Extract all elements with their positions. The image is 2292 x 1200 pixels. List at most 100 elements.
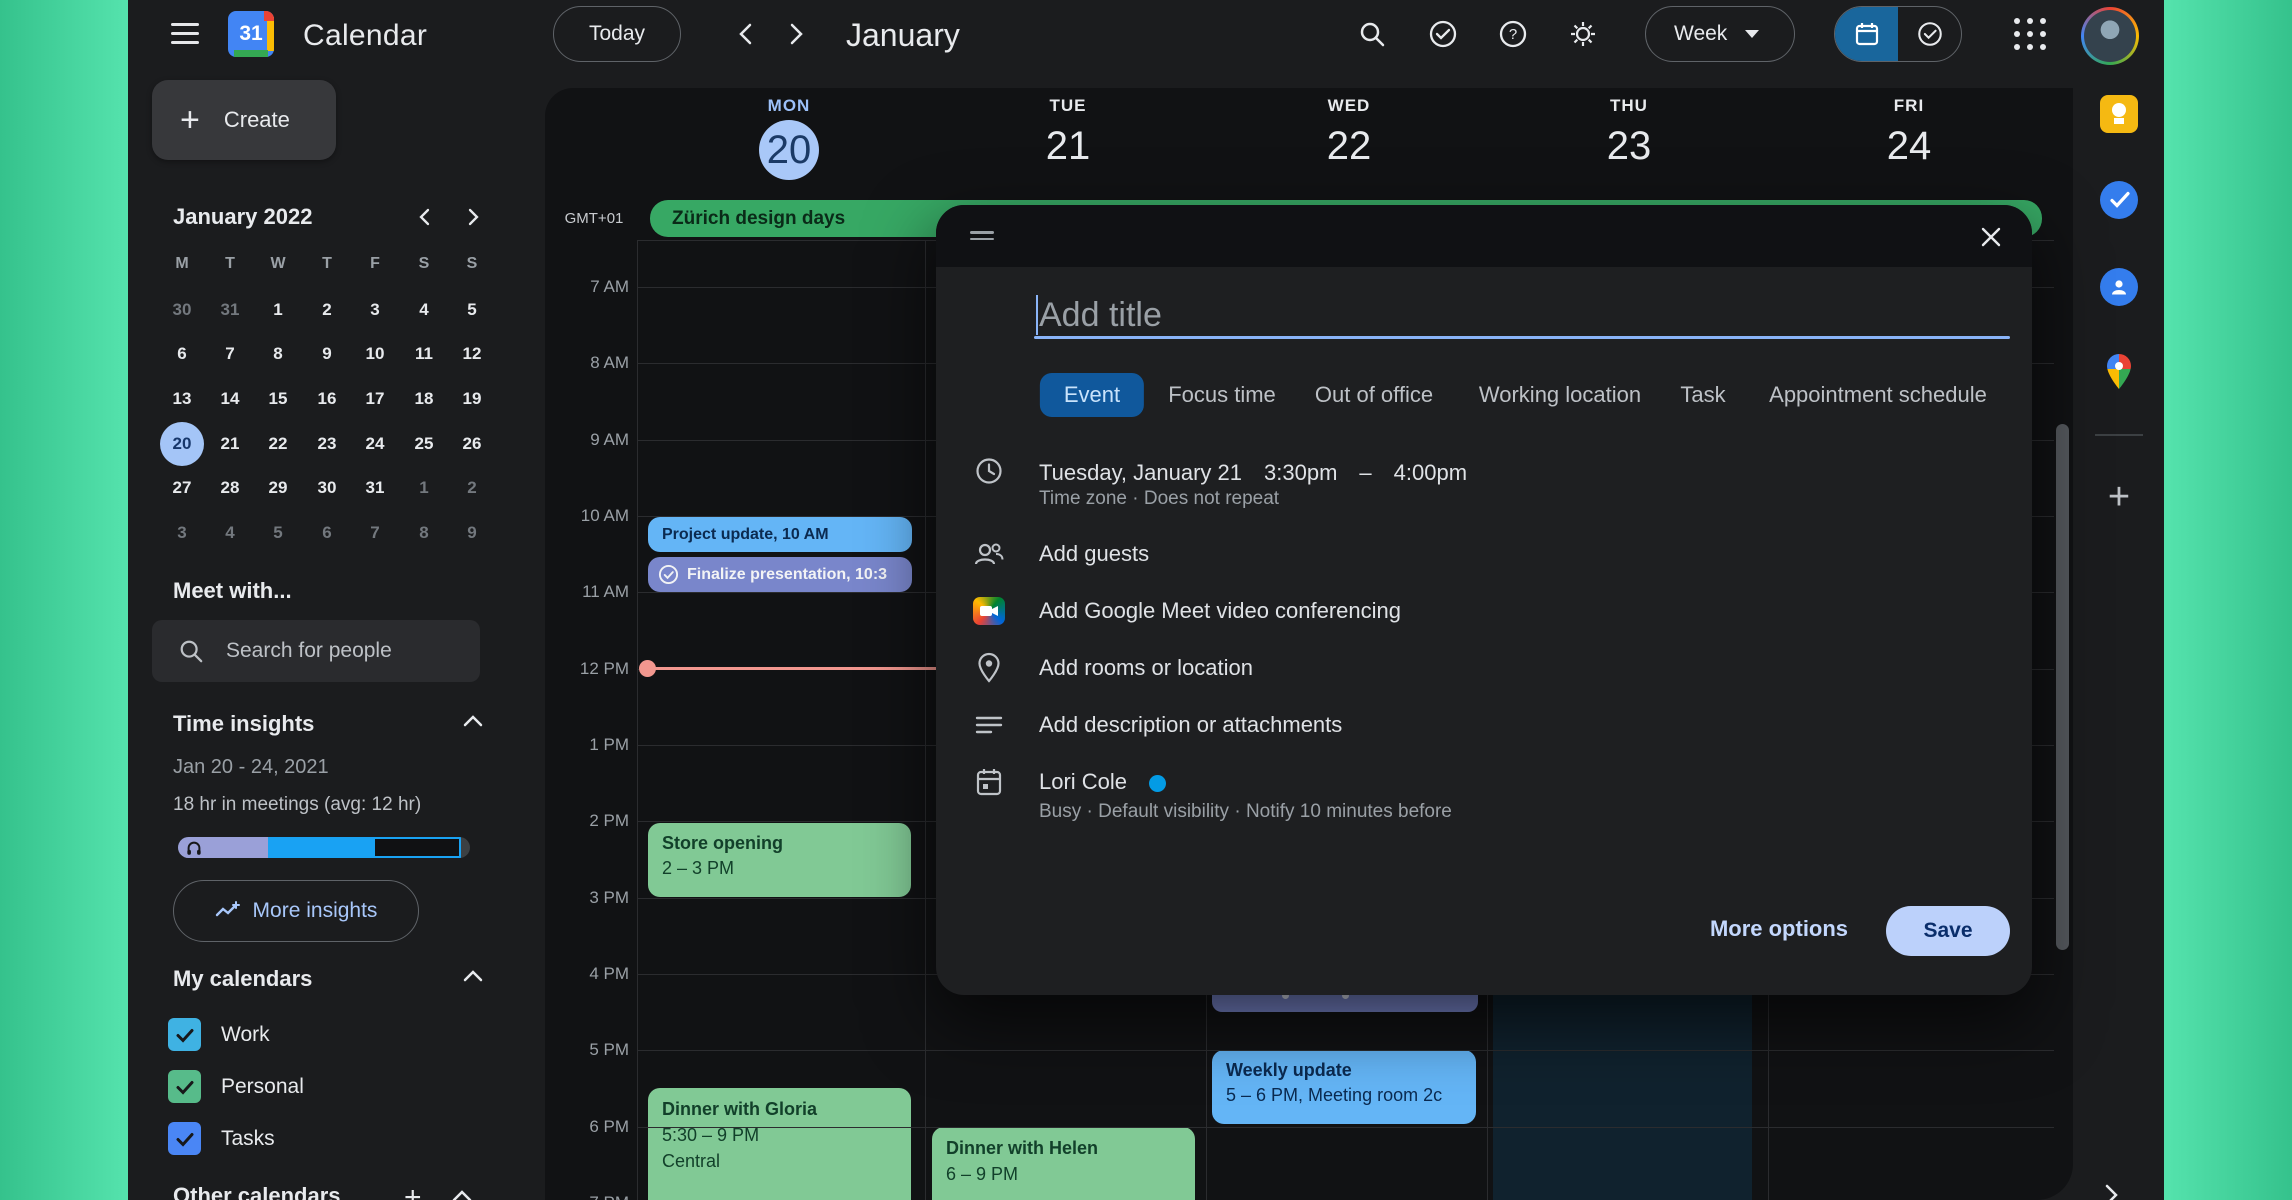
calendar-item-tasks[interactable]: Tasks <box>168 1122 275 1155</box>
create-button[interactable]: + Create <box>152 80 336 160</box>
minical-day[interactable]: 21 <box>208 422 252 466</box>
tab-appointment-schedule[interactable]: Appointment schedule <box>1769 373 1987 417</box>
minical-day[interactable]: 26 <box>450 422 494 466</box>
minical-day[interactable]: 4 <box>208 511 252 555</box>
help-icon[interactable]: ? <box>1493 14 1533 54</box>
minical-day[interactable]: 31 <box>208 288 252 332</box>
minical-day[interactable]: 9 <box>305 332 349 376</box>
search-people-field[interactable] <box>152 620 480 682</box>
tab-task[interactable]: Task <box>1680 373 1725 417</box>
minical-day[interactable]: 5 <box>256 511 300 555</box>
day-header-fri[interactable]: FRI 24 <box>1839 96 1979 169</box>
calendar-item-work[interactable]: Work <box>168 1018 270 1051</box>
minical-day[interactable]: 8 <box>402 511 446 555</box>
minical-day[interactable]: 2 <box>450 466 494 510</box>
close-icon[interactable] <box>1972 218 2010 256</box>
add-other-calendar-icon[interactable]: + <box>404 1181 422 1200</box>
add-description-row[interactable]: Add description or attachments <box>1039 712 1342 738</box>
event-title-input[interactable] <box>1039 293 2009 337</box>
minical-day[interactable]: 9 <box>450 511 494 555</box>
day-header-mon[interactable]: MON 20 <box>719 96 859 180</box>
minical-day[interactable]: 30 <box>160 288 204 332</box>
minical-day[interactable]: 10 <box>353 332 397 376</box>
minical-day[interactable]: 16 <box>305 377 349 421</box>
more-insights-button[interactable]: More insights <box>173 880 419 942</box>
day-header-wed[interactable]: WED 22 <box>1279 96 1419 169</box>
minical-day[interactable]: 7 <box>208 332 252 376</box>
today-button[interactable]: Today <box>553 6 681 62</box>
minical-day[interactable]: 8 <box>256 332 300 376</box>
event-project-update[interactable]: Project update, 10 AM <box>648 517 912 552</box>
calendar-item-personal[interactable]: Personal <box>168 1070 304 1103</box>
event-dinner-with-helen[interactable]: Dinner with Helen 6 – 9 PM <box>932 1127 1195 1200</box>
check-circle-icon[interactable] <box>1423 14 1463 54</box>
owner-row[interactable]: Lori Cole <box>1039 769 1167 795</box>
minical-day[interactable]: 17 <box>353 377 397 421</box>
collapse-my-calendars-icon[interactable] <box>460 963 490 993</box>
minical-day[interactable]: 29 <box>256 466 300 510</box>
minical-day[interactable]: 23 <box>305 422 349 466</box>
minical-day[interactable]: 22 <box>256 422 300 466</box>
tab-event[interactable]: Event <box>1039 373 1145 417</box>
minical-day[interactable]: 14 <box>208 377 252 421</box>
minical-day[interactable]: 3 <box>160 511 204 555</box>
google-apps-icon[interactable] <box>2014 18 2048 52</box>
main-menu-icon[interactable] <box>167 20 203 48</box>
account-avatar[interactable] <box>2081 7 2139 65</box>
minical-day[interactable]: 7 <box>353 511 397 555</box>
minical-next-icon[interactable] <box>456 200 490 234</box>
grid-scrollbar[interactable] <box>2056 424 2069 950</box>
minical-day[interactable]: 15 <box>256 377 300 421</box>
event-finalize-presentation[interactable]: Finalize presentation, 10:3 <box>648 557 912 592</box>
minical-day[interactable]: 12 <box>450 332 494 376</box>
event-weekly-update[interactable]: Weekly update 5 – 6 PM, Meeting room 2c <box>1212 1050 1476 1124</box>
minical-day[interactable]: 13 <box>160 377 204 421</box>
minical-day[interactable]: 2 <box>305 288 349 332</box>
tab-focus-time[interactable]: Focus time <box>1168 373 1276 417</box>
maps-icon[interactable] <box>2099 352 2139 392</box>
day-header-thu[interactable]: THU 23 <box>1559 96 1699 169</box>
chevron-right-icon[interactable] <box>2101 1184 2121 1200</box>
more-options-button[interactable]: More options <box>1710 916 1848 942</box>
personal-checkbox[interactable] <box>168 1070 201 1103</box>
settings-gear-icon[interactable] <box>1563 14 1603 54</box>
work-checkbox[interactable] <box>168 1018 201 1051</box>
search-icon[interactable] <box>1352 14 1392 54</box>
add-guests-row[interactable]: Add guests <box>1039 541 1149 567</box>
next-period-icon[interactable] <box>778 16 814 52</box>
timezone-repeat-info[interactable]: Time zone · Does not repeat <box>1039 488 1279 510</box>
calendar-view-toggle-icon[interactable] <box>1835 7 1898 61</box>
contacts-icon[interactable] <box>2099 267 2139 307</box>
collapse-other-calendars-icon[interactable] <box>450 1188 474 1200</box>
minical-day[interactable]: 11 <box>402 332 446 376</box>
minical-day[interactable]: 1 <box>256 288 300 332</box>
minical-day[interactable]: 28 <box>208 466 252 510</box>
event-store-opening[interactable]: Store opening 2 – 3 PM <box>648 823 911 897</box>
add-meet-row[interactable]: Add Google Meet video conferencing <box>1039 598 1401 624</box>
tab-out-of-office[interactable]: Out of office <box>1315 373 1433 417</box>
minical-day[interactable]: 3 <box>353 288 397 332</box>
minical-day[interactable]: 6 <box>160 332 204 376</box>
search-people-input[interactable] <box>226 639 456 663</box>
minical-day[interactable]: 24 <box>353 422 397 466</box>
tasks-icon[interactable] <box>2099 180 2139 220</box>
minical-day[interactable]: 4 <box>402 288 446 332</box>
save-button[interactable]: Save <box>1886 906 2010 956</box>
keep-icon[interactable] <box>2099 94 2139 134</box>
drag-handle-icon[interactable] <box>970 231 994 244</box>
tasks-checkbox[interactable] <box>168 1122 201 1155</box>
minical-day[interactable]: 31 <box>353 466 397 510</box>
minical-day[interactable]: 19 <box>450 377 494 421</box>
owner-status[interactable]: Busy · Default visibility · Notify 10 mi… <box>1039 801 1452 823</box>
tasks-view-toggle-icon[interactable] <box>1898 7 1961 61</box>
minical-day[interactable]: 25 <box>402 422 446 466</box>
minical-day[interactable]: 6 <box>305 511 349 555</box>
prev-period-icon[interactable] <box>728 16 764 52</box>
minical-prev-icon[interactable] <box>408 200 442 234</box>
minical-day[interactable]: 18 <box>402 377 446 421</box>
collapse-time-insights-icon[interactable] <box>460 708 490 738</box>
add-location-row[interactable]: Add rooms or location <box>1039 655 1253 681</box>
minical-day[interactable]: 1 <box>402 466 446 510</box>
dialog-header[interactable] <box>936 205 2032 267</box>
minical-day[interactable]: 27 <box>160 466 204 510</box>
